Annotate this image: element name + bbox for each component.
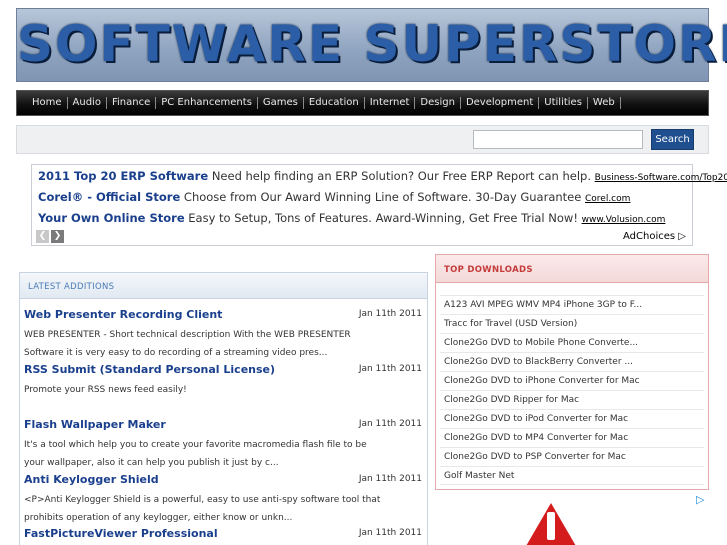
nav-item-web[interactable]: Web (588, 97, 621, 109)
ad-info-icon[interactable]: ▷ (696, 493, 704, 506)
entry-date: Jan 11th 2011 (358, 419, 422, 429)
ad-line[interactable]: 2011 Top 20 ERP Software Need help findi… (38, 169, 727, 183)
nav-item-utilities[interactable]: Utilities (539, 97, 588, 109)
nav-item-audio[interactable]: Audio (68, 97, 107, 109)
top-download-item[interactable]: Clone2Go DVD to iPhone Converter for Mac (440, 371, 704, 390)
entry-date: Jan 11th 2011 (358, 364, 422, 374)
latest-additions-panel: LATEST ADDITIONS Web Presenter Recording… (19, 272, 428, 545)
chevron-right-icon[interactable]: ❯ (51, 230, 64, 243)
nav-item-home[interactable]: Home (27, 97, 68, 109)
ad-text: Need help finding an ERP Solution? Our F… (211, 169, 591, 183)
ad-title[interactable]: Your Own Online Store (38, 211, 185, 225)
nav-item-pc-enhancements[interactable]: PC Enhancements (156, 97, 258, 109)
ad-url[interactable]: www.Volusion.com (582, 215, 666, 225)
entry-title-link[interactable]: Flash Wallpaper Maker (24, 418, 166, 431)
nav-item-games[interactable]: Games (258, 97, 304, 109)
ad-url[interactable]: Business-Software.com/Top20EF (595, 173, 727, 183)
ad-pager: ❮ ❯ (36, 230, 64, 243)
nav-item-finance[interactable]: Finance (107, 97, 157, 109)
entry-title-link[interactable]: Anti Keylogger Shield (24, 473, 159, 486)
ad-text: Easy to Setup, Tons of Features. Award-W… (188, 211, 578, 225)
entry-date: Jan 11th 2011 (358, 474, 422, 484)
entry-date: Jan 11th 2011 (358, 309, 422, 319)
ad-url[interactable]: Corel.com (585, 194, 630, 204)
search-button[interactable]: Search (651, 129, 694, 150)
nav-item-design[interactable]: Design (415, 97, 461, 109)
entry-title-link[interactable]: Web Presenter Recording Client (24, 308, 222, 321)
top-downloads-list: A123 AVI MPEG WMV MP4 iPhone 3GP to F...… (440, 295, 704, 485)
top-download-item[interactable]: Clone2Go DVD to PSP Converter for Mac (440, 447, 704, 466)
top-download-item[interactable]: A123 AVI MPEG WMV MP4 iPhone 3GP to F... (440, 295, 704, 314)
entry-date: Jan 11th 2011 (358, 528, 422, 538)
nav-item-development[interactable]: Development (461, 97, 540, 109)
top-downloads-panel: TOP DOWNLOADS A123 AVI MPEG WMV MP4 iPho… (435, 254, 709, 490)
top-download-item[interactable]: Clone2Go DVD to BlackBerry Converter ... (440, 352, 704, 371)
main-nav: Home Audio Finance PC Enhancements Games Educ… (16, 90, 709, 116)
nav-item-internet[interactable]: Internet (365, 97, 416, 109)
nav-list: Home Audio Finance PC Enhancements Games Educ… (17, 91, 708, 115)
top-download-item[interactable]: Golf Master Net (440, 466, 704, 485)
top-download-item[interactable]: Tracc for Travel (USD Version) (440, 314, 704, 333)
entry-description: Promote your RSS news feed easily! (24, 385, 187, 395)
warning-mark (547, 512, 555, 540)
ad-line[interactable]: Your Own Online Store Easy to Setup, Ton… (38, 211, 665, 225)
adchoices-label: AdChoices (623, 231, 676, 242)
entry-description: <P>Anti Keylogger Shield is a powerful, … (24, 495, 381, 523)
top-download-item[interactable]: Clone2Go DVD to Mobile Phone Converte... (440, 333, 704, 352)
entry-title-link[interactable]: FastPictureViewer Professional (24, 527, 218, 540)
nav-item-education[interactable]: Education (304, 97, 365, 109)
ad-title[interactable]: 2011 Top 20 ERP Software (38, 169, 208, 183)
ad-title[interactable]: Corel® - Official Store (38, 190, 180, 204)
adchoices-link[interactable]: AdChoices ▷ (623, 231, 686, 242)
top-downloads-heading: TOP DOWNLOADS (436, 255, 708, 283)
chevron-left-icon[interactable]: ❮ (36, 230, 49, 243)
adchoices-icon: ▷ (678, 231, 686, 242)
ad-text: Choose from Our Award Winning Line of So… (183, 190, 582, 204)
top-download-item[interactable]: Clone2Go DVD to MP4 Converter for Mac (440, 428, 704, 447)
entry-description: WEB PRESENTER - Short technical descript… (24, 330, 351, 358)
ad-line[interactable]: Corel® - Official Store Choose from Our … (38, 190, 630, 204)
search-input[interactable] (473, 130, 643, 149)
entry-description: It's a tool which help you to create you… (24, 440, 367, 468)
latest-additions-heading: LATEST ADDITIONS (20, 273, 427, 299)
search-bar: Search (16, 125, 709, 154)
top-download-item[interactable]: Clone2Go DVD to iPod Converter for Mac (440, 409, 704, 428)
ad-box: 2011 Top 20 ERP Software Need help findi… (31, 164, 727, 246)
top-download-item[interactable]: Clone2Go DVD Ripper for Mac (440, 390, 704, 409)
site-title: SOFTWARE SUPERSTORE (17, 15, 727, 73)
header-banner[interactable]: SOFTWARE SUPERSTORE (16, 8, 727, 82)
entry-title-link[interactable]: RSS Submit (Standard Personal License) (24, 363, 275, 376)
